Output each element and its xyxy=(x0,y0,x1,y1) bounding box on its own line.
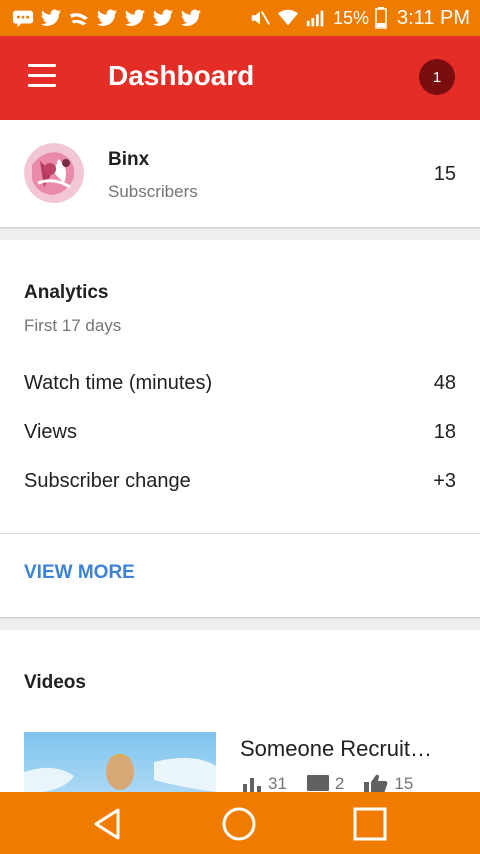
analytics-period: First 17 days xyxy=(24,316,122,335)
comment-icon xyxy=(306,775,329,791)
twitter-icon xyxy=(96,9,118,26)
video-stats: 31 2 15 xyxy=(242,774,427,794)
home-icon[interactable] xyxy=(219,804,259,844)
metric-label: Subscriber change xyxy=(24,470,191,492)
metric-label: Watch time (minutes) xyxy=(24,372,213,394)
subscribers-count: 15 xyxy=(433,163,456,185)
back-icon[interactable] xyxy=(88,804,128,844)
battery-icon xyxy=(375,7,387,29)
comments-stat: 2 xyxy=(306,774,345,794)
metric-row: Watch time (minutes) 48 xyxy=(24,372,456,402)
recents-icon[interactable] xyxy=(350,804,390,844)
clock: 3:11 PM xyxy=(397,6,470,29)
views-stat: 31 xyxy=(242,774,287,794)
twitter-icon xyxy=(152,9,174,26)
message-icon xyxy=(12,10,34,28)
navigation-bar xyxy=(0,792,480,854)
twitter-icon xyxy=(124,9,146,26)
notification-icons xyxy=(12,8,202,28)
app-bar: Dashboard 1 xyxy=(0,36,480,120)
comments-count: 2 xyxy=(334,774,345,793)
metric-label: Views xyxy=(24,421,77,443)
views-count: 31 xyxy=(268,774,287,793)
likes-count: 15 xyxy=(394,774,414,793)
wifi-icon xyxy=(277,9,299,26)
video-title[interactable]: Someone Recruit… xyxy=(240,736,432,762)
analytics-title: Analytics xyxy=(24,282,109,303)
notification-badge[interactable]: 1 xyxy=(419,59,455,95)
metric-row: Subscriber change +3 xyxy=(24,470,456,500)
channel-avatar xyxy=(24,143,84,203)
twitter-icon xyxy=(40,9,62,26)
likes-stat: 15 xyxy=(364,774,413,794)
channel-card[interactable]: Binx Subscribers 15 xyxy=(0,120,480,227)
metric-row: Views 18 xyxy=(24,421,456,451)
metric-value: +3 xyxy=(433,470,456,492)
page-title: Dashboard xyxy=(108,60,255,91)
bar-chart-icon xyxy=(243,778,261,793)
videos-title: Videos xyxy=(24,672,86,693)
metric-value: 48 xyxy=(433,372,456,394)
menu-icon[interactable] xyxy=(26,64,58,90)
view-more-button[interactable]: VIEW MORE xyxy=(24,562,135,584)
thumbs-up-icon xyxy=(364,774,388,794)
metric-value: 18 xyxy=(433,421,456,443)
channel-name: Binx xyxy=(108,149,150,170)
subscribers-label: Subscribers xyxy=(108,182,198,201)
slack-icon xyxy=(69,13,89,26)
analytics-card: Analytics First 17 days Watch time (minu… xyxy=(0,240,480,617)
divider xyxy=(0,533,480,534)
system-status: 15% 3:11 PM xyxy=(249,7,470,30)
signal-icon xyxy=(306,10,324,27)
battery-percent: 15% xyxy=(332,7,369,28)
mute-icon xyxy=(251,11,270,25)
status-bar: 15% 3:11 PM xyxy=(0,0,480,36)
twitter-icon xyxy=(180,9,202,26)
